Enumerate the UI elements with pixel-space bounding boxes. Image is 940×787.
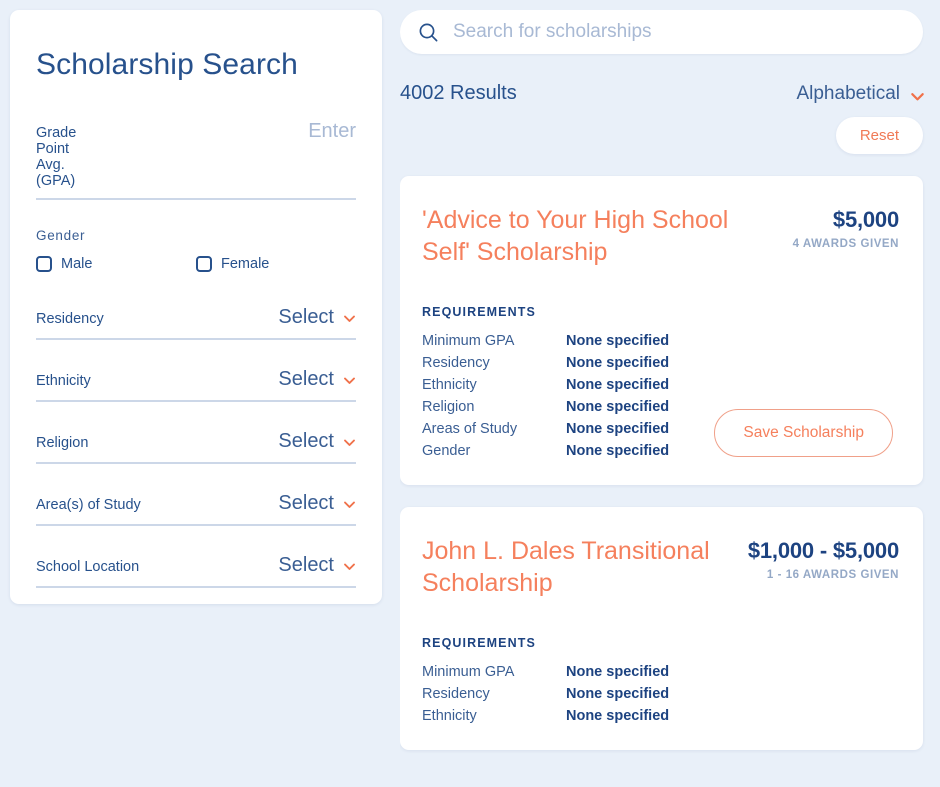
school-location-select[interactable]: School Location Select [36,554,356,588]
requirement-key: Minimum GPA [422,664,566,680]
scholarship-card[interactable]: John L. Dales Transitional Scholarship $… [400,507,923,750]
results-panel: 4002 Results Alphabetical Reset 'Advice … [400,10,932,787]
checkbox-male[interactable] [36,256,52,272]
scholarship-amount: $1,000 - $5,000 [748,538,899,564]
sort-dropdown-value: Alphabetical [796,83,900,105]
chevron-down-icon [343,498,356,511]
scholarship-title[interactable]: 'Advice to Your High School Self' Schola… [422,204,772,268]
religion-select[interactable]: Religion Select [36,430,356,464]
school-location-select-value-wrap: Select [278,554,356,577]
gpa-input[interactable] [91,120,356,143]
requirement-value: None specified [566,421,669,437]
chevron-down-icon [343,436,356,449]
gpa-field-label: Grade Point Avg. (GPA) [36,125,91,189]
scholarship-award-info: $5,000 4 AWARDS GIVEN [793,204,899,250]
chevron-down-icon [910,89,923,102]
scholarship-awards-given: 4 AWARDS GIVEN [793,238,899,250]
reset-row: Reset [400,117,923,154]
table-row: Residency None specified [422,686,669,702]
school-location-select-value: Select [278,554,334,577]
scholarship-awards-given: 1 - 16 AWARDS GIVEN [748,569,899,581]
gender-option-male-label: Male [61,256,92,272]
area-of-study-select[interactable]: Area(s) of Study Select [36,492,356,526]
area-of-study-select-value-wrap: Select [278,492,356,515]
ethnicity-select-value: Select [278,368,334,391]
results-count: 4002 Results [400,82,517,105]
chevron-down-icon [343,560,356,573]
scholarship-card-header: 'Advice to Your High School Self' Schola… [422,204,899,268]
app-root: Scholarship Search Grade Point Avg. (GPA… [0,0,940,787]
requirements-body: Minimum GPA None specified Residency Non… [422,664,899,724]
scholarship-award-info: $1,000 - $5,000 1 - 16 AWARDS GIVEN [748,535,899,581]
gender-filter-group: Gender Male Female [36,228,356,272]
gender-option-female[interactable]: Female [196,256,356,272]
requirement-value: None specified [566,355,669,371]
scholarship-amount: $5,000 [793,207,899,233]
religion-select-value: Select [278,430,334,453]
religion-select-label: Religion [36,435,88,451]
scholarship-card-header: John L. Dales Transitional Scholarship $… [422,535,899,599]
page-title: Scholarship Search [36,48,356,82]
requirement-key: Ethnicity [422,708,566,724]
ethnicity-select-label: Ethnicity [36,373,91,389]
requirement-key: Gender [422,443,566,459]
area-of-study-select-label: Area(s) of Study [36,497,141,513]
table-row: Areas of Study None specified [422,421,669,437]
requirement-value: None specified [566,664,669,680]
residency-select-value: Select [278,306,334,329]
residency-select-value-wrap: Select [278,306,356,329]
results-summary-row: 4002 Results Alphabetical [400,82,923,105]
requirements-list: Minimum GPA None specified Residency Non… [422,664,669,724]
scholarship-search-panel: Scholarship Search Grade Point Avg. (GPA… [10,10,382,604]
requirements-heading: REQUIREMENTS [422,305,899,319]
gender-group-label: Gender [36,228,356,243]
requirement-key: Residency [422,686,566,702]
requirement-value: None specified [566,686,669,702]
requirements-list: Minimum GPA None specified Residency Non… [422,333,669,459]
gpa-field[interactable]: Grade Point Avg. (GPA) [36,120,356,200]
reset-button[interactable]: Reset [836,117,923,154]
sort-dropdown[interactable]: Alphabetical [796,83,923,105]
requirement-value: None specified [566,443,669,459]
table-row: Ethnicity None specified [422,377,669,393]
school-location-select-label: School Location [36,559,139,575]
checkbox-female[interactable] [196,256,212,272]
ethnicity-select[interactable]: Ethnicity Select [36,368,356,402]
chevron-down-icon [343,374,356,387]
search-input[interactable] [453,21,905,43]
save-scholarship-button[interactable]: Save Scholarship [714,409,893,457]
table-row: Residency None specified [422,355,669,371]
search-icon [418,22,439,43]
ethnicity-select-value-wrap: Select [278,368,356,391]
requirement-value: None specified [566,708,669,724]
scholarship-card[interactable]: 'Advice to Your High School Self' Schola… [400,176,923,485]
requirement-key: Religion [422,399,566,415]
table-row: Ethnicity None specified [422,708,669,724]
scholarship-title[interactable]: John L. Dales Transitional Scholarship [422,535,734,599]
requirement-key: Minimum GPA [422,333,566,349]
requirements-heading: REQUIREMENTS [422,636,899,650]
table-row: Religion None specified [422,399,669,415]
requirement-key: Residency [422,355,566,371]
requirement-key: Areas of Study [422,421,566,437]
requirement-value: None specified [566,377,669,393]
gender-options: Male Female [36,256,356,272]
requirement-key: Ethnicity [422,377,566,393]
table-row: Minimum GPA None specified [422,333,669,349]
residency-select-label: Residency [36,311,104,327]
area-of-study-select-value: Select [278,492,334,515]
table-row: Gender None specified [422,443,669,459]
requirement-value: None specified [566,399,669,415]
gender-option-male[interactable]: Male [36,256,196,272]
requirements-body: Minimum GPA None specified Residency Non… [422,333,899,459]
requirement-value: None specified [566,333,669,349]
search-bar[interactable] [400,10,923,54]
gender-option-female-label: Female [221,256,269,272]
table-row: Minimum GPA None specified [422,664,669,680]
residency-select[interactable]: Residency Select [36,306,356,340]
chevron-down-icon [343,312,356,325]
religion-select-value-wrap: Select [278,430,356,453]
